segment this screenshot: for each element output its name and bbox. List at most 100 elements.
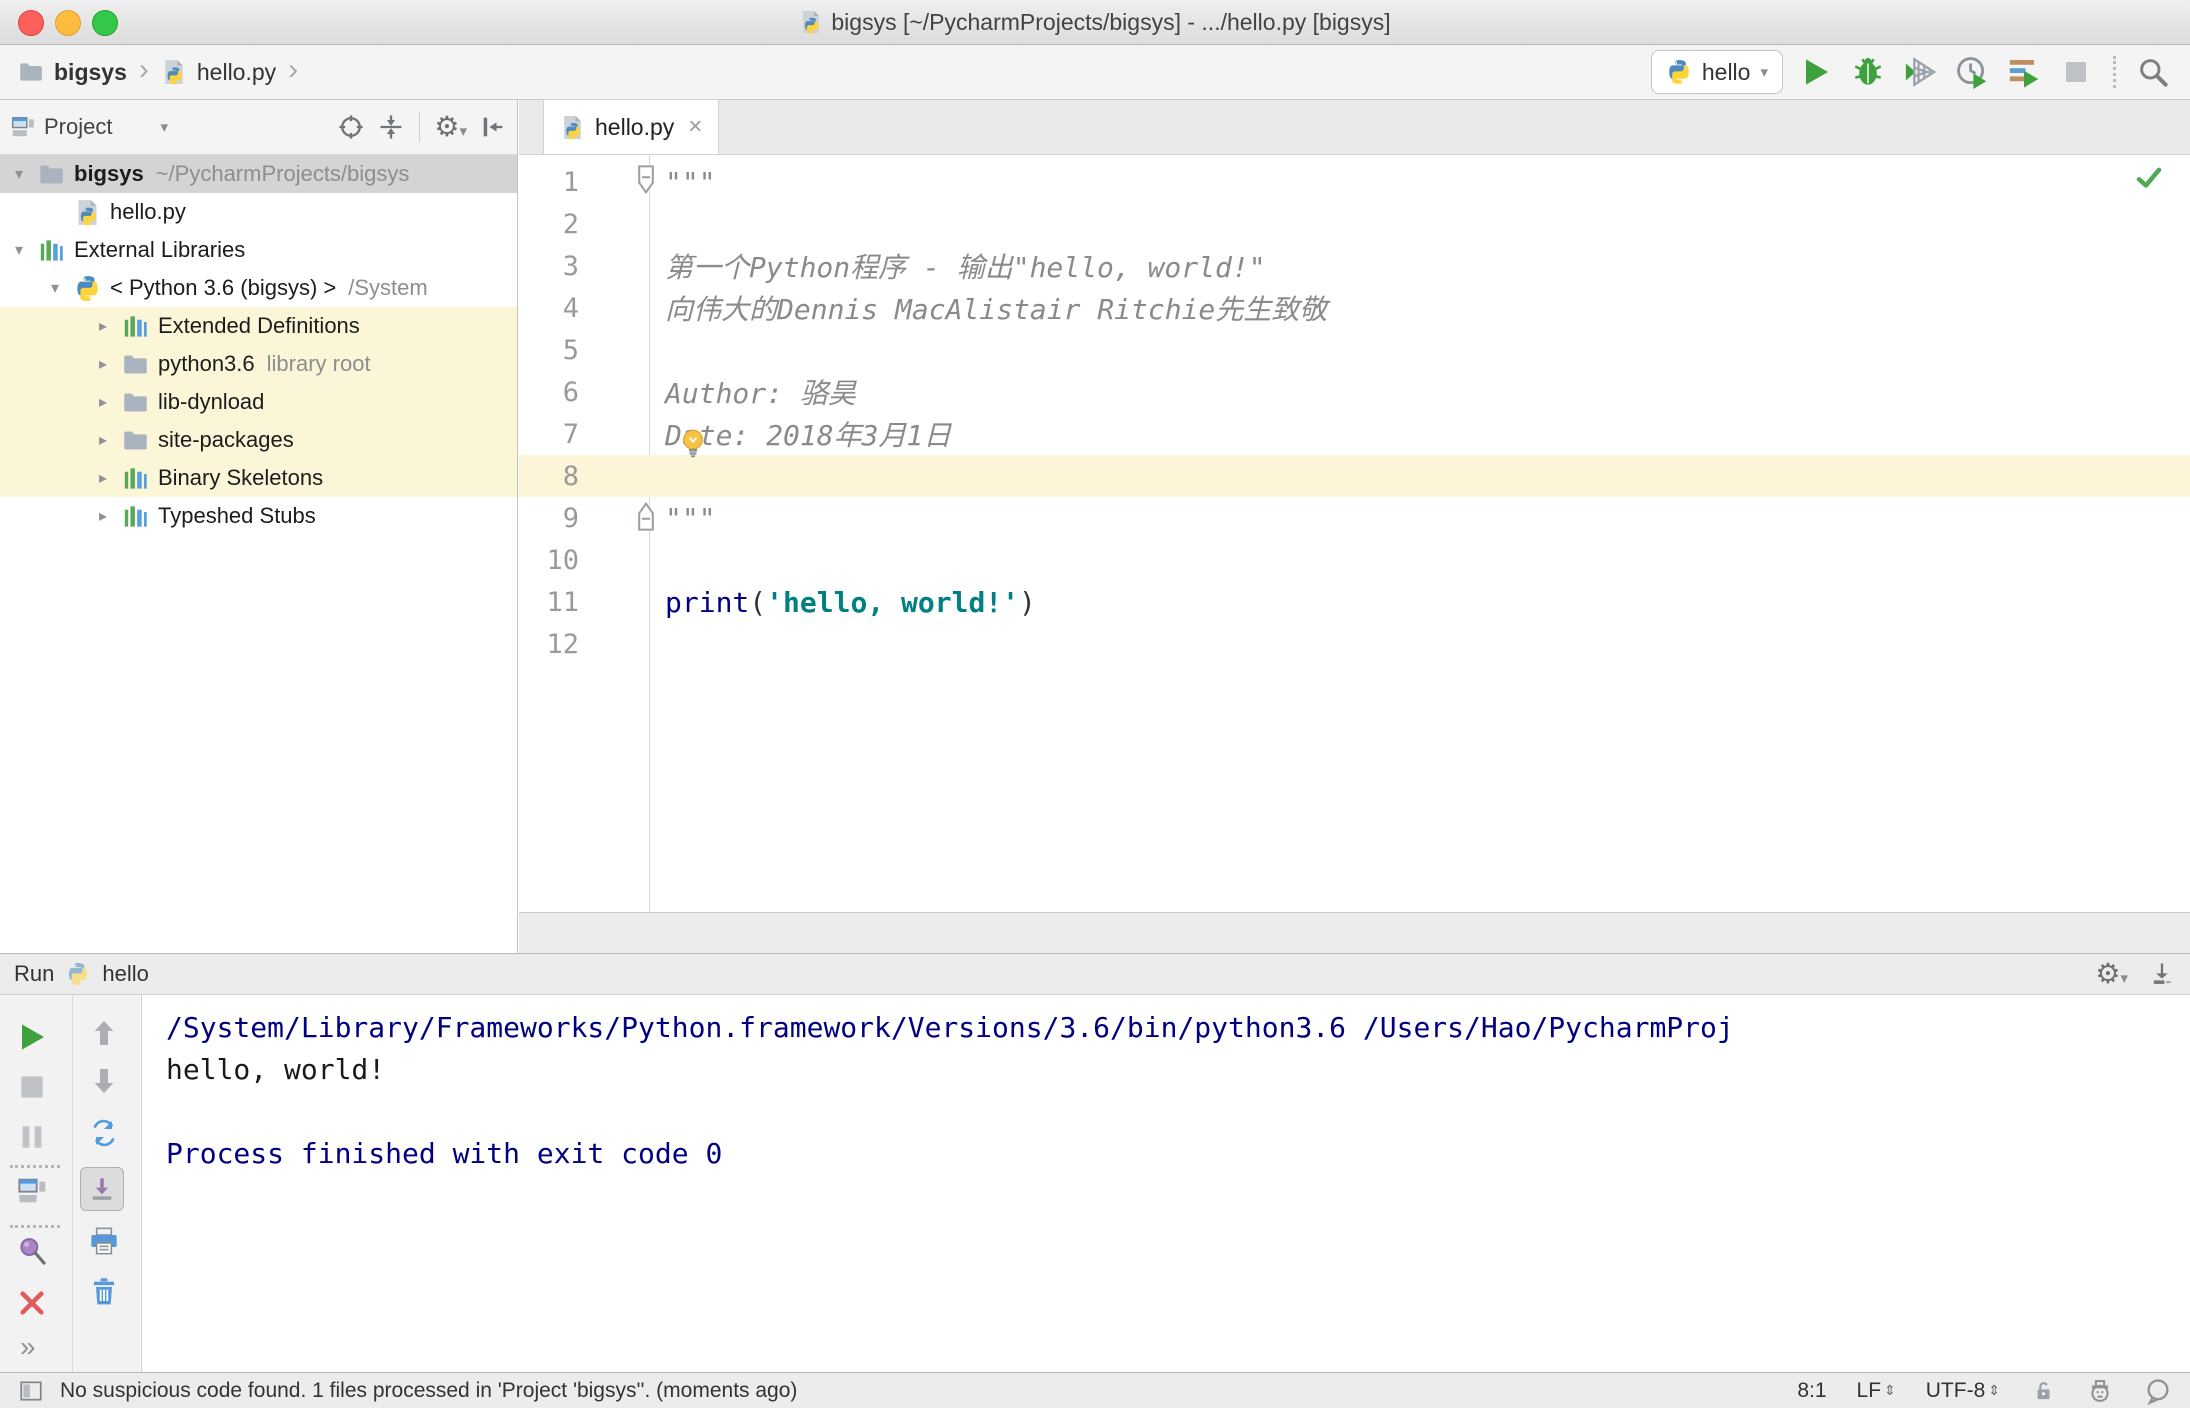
folder-icon bbox=[122, 389, 149, 416]
console-line: /System/Library/Frameworks/Python.framew… bbox=[166, 1011, 1734, 1044]
stop-icon[interactable] bbox=[16, 1071, 48, 1103]
tree-item-site-packages[interactable]: ▸ site-packages bbox=[0, 421, 517, 459]
string-literal: 'hello, world!' bbox=[766, 585, 1020, 619]
hector-inspector-icon[interactable] bbox=[2086, 1377, 2114, 1405]
rerun-icon[interactable] bbox=[16, 1021, 48, 1053]
run-config-tab-label[interactable]: hello bbox=[102, 961, 148, 987]
toolbar-divider bbox=[72, 995, 73, 1372]
editor-bottom-strip bbox=[519, 912, 2190, 954]
search-everywhere-button[interactable] bbox=[2134, 53, 2172, 91]
intention-lightbulb-icon[interactable] bbox=[677, 427, 709, 459]
event-log-bubble-icon[interactable] bbox=[2144, 1377, 2172, 1405]
updown-icon: ⇕ bbox=[1988, 1382, 2000, 1398]
breadcrumb-separator-icon: › bbox=[138, 53, 149, 86]
code-editor[interactable]: 1 """ 2 3 第一个Python程序 - 输出"hello, world!" … bbox=[519, 155, 2190, 912]
zoom-window-button[interactable] bbox=[92, 10, 118, 36]
editor-tab-bar: hello.py × bbox=[519, 99, 2190, 155]
status-bar: No suspicious code found. 1 files proces… bbox=[0, 1372, 2190, 1408]
close-panel-icon[interactable] bbox=[16, 1287, 48, 1319]
project-view-icon bbox=[10, 114, 36, 140]
run-panel: Run hello ⚙▾ » /System/Library/Framework… bbox=[0, 953, 2190, 1372]
run-with-coverage-button[interactable] bbox=[1901, 53, 1939, 91]
run-configuration-select[interactable]: hello ▾ bbox=[1650, 50, 1783, 94]
fold-region-start-icon[interactable] bbox=[635, 165, 657, 195]
pause-output-icon[interactable] bbox=[16, 1121, 48, 1153]
stop-icon bbox=[2061, 57, 2091, 87]
fold-region-end-icon[interactable] bbox=[635, 501, 657, 531]
tree-item-binary-skeletons[interactable]: ▸ Binary Skeletons bbox=[0, 459, 517, 497]
code-line: 10 bbox=[546, 544, 579, 576]
line-separator-widget[interactable]: LF ⇕ bbox=[1857, 1379, 1896, 1403]
tree-item-external-libraries[interactable]: ▾ External Libraries bbox=[0, 231, 517, 269]
library-icon bbox=[122, 313, 149, 340]
python-icon bbox=[74, 275, 101, 302]
collapse-all-icon[interactable] bbox=[377, 113, 405, 141]
close-tab-icon[interactable]: × bbox=[688, 113, 702, 141]
tree-item-hello-py[interactable]: hello.py bbox=[0, 193, 517, 231]
caret-position-widget[interactable]: 8:1 bbox=[1797, 1379, 1826, 1403]
profile-button[interactable] bbox=[1953, 53, 1991, 91]
chevron-right-icon[interactable]: ▸ bbox=[84, 316, 122, 336]
pin-tab-icon[interactable] bbox=[16, 1235, 48, 1267]
chevron-right-icon[interactable]: ▸ bbox=[84, 468, 122, 488]
chevron-down-icon[interactable]: ▾ bbox=[160, 118, 168, 136]
minimize-window-button[interactable] bbox=[55, 10, 81, 36]
folder-icon bbox=[38, 161, 65, 188]
tree-item-python3-6[interactable]: ▸ python3.6 library root bbox=[0, 345, 517, 383]
inspections-ok-icon[interactable] bbox=[2134, 163, 2164, 193]
encoding-widget[interactable]: UTF-8 ⇕ bbox=[1926, 1379, 2000, 1403]
chevron-right-icon[interactable]: ▸ bbox=[84, 354, 122, 374]
concurrency-diagram-button[interactable] bbox=[2005, 53, 2043, 91]
tree-item-bigsys[interactable]: ▾ bigsys ~/PycharmProjects/bigsys bbox=[0, 155, 517, 193]
breadcrumb-file[interactable]: hello.py bbox=[197, 59, 276, 86]
restore-layout-icon[interactable] bbox=[16, 1175, 48, 1207]
toolwindow-toggle-icon[interactable] bbox=[18, 1378, 44, 1404]
settings-button[interactable]: ⚙▾ bbox=[434, 110, 467, 142]
concurrency-icon bbox=[2007, 55, 2041, 89]
clear-all-icon[interactable] bbox=[88, 1275, 120, 1307]
debug-button[interactable] bbox=[1849, 53, 1887, 91]
tree-item-lib-dynload[interactable]: ▸ lib-dynload bbox=[0, 383, 517, 421]
chevron-right-icon[interactable]: ▸ bbox=[84, 506, 122, 526]
code-line-current[interactable]: 8 bbox=[519, 455, 2190, 497]
run-settings-button[interactable]: ⚙▾ bbox=[2095, 959, 2128, 989]
print-icon[interactable] bbox=[88, 1225, 120, 1257]
project-panel-header: Project ▾ ⚙▾ bbox=[0, 100, 517, 155]
project-panel-title[interactable]: Project bbox=[44, 114, 112, 140]
chevron-down-icon[interactable]: ▾ bbox=[0, 240, 38, 260]
run-button[interactable] bbox=[1797, 53, 1835, 91]
tab-hello-py[interactable]: hello.py × bbox=[543, 99, 720, 154]
down-stack-trace-icon[interactable] bbox=[88, 1065, 120, 1097]
chevron-down-icon[interactable]: ▾ bbox=[0, 164, 38, 184]
soft-wrap-icon[interactable] bbox=[88, 1117, 120, 1149]
up-stack-trace-icon[interactable] bbox=[88, 1017, 120, 1049]
gear-icon: ⚙ bbox=[434, 110, 460, 142]
run-console[interactable]: /System/Library/Frameworks/Python.framew… bbox=[141, 995, 2190, 1372]
hide-panel-icon[interactable] bbox=[479, 113, 507, 141]
stop-button[interactable] bbox=[2057, 53, 2095, 91]
tree-item-extended-definitions[interactable]: ▸ Extended Definitions bbox=[0, 307, 517, 345]
chevron-right-icon[interactable]: ▸ bbox=[84, 392, 122, 412]
more-options-icon[interactable]: » bbox=[20, 1331, 36, 1363]
close-window-button[interactable] bbox=[18, 10, 44, 36]
python-file-icon bbox=[161, 59, 187, 85]
toolbar-separator bbox=[2113, 56, 2116, 88]
project-panel: Project ▾ ⚙▾ ▾ bigsys ~/PycharmProjects/… bbox=[0, 100, 518, 953]
coverage-icon bbox=[1903, 55, 1937, 89]
hide-panel-icon[interactable] bbox=[2148, 960, 2176, 988]
code-line: 6 Author: 骆昊 bbox=[562, 376, 856, 411]
tree-item-typeshed-stubs[interactable]: ▸ Typeshed Stubs bbox=[0, 497, 517, 535]
run-panel-title[interactable]: Run bbox=[14, 961, 54, 987]
tree-item-python-interpreter[interactable]: ▾ < Python 3.6 (bigsys) > /System bbox=[0, 269, 517, 307]
code-line: 5 bbox=[562, 334, 579, 366]
breadcrumb-project[interactable]: bigsys bbox=[54, 59, 127, 86]
profiler-clock-icon bbox=[1955, 55, 1989, 89]
scroll-to-end-button[interactable] bbox=[80, 1167, 124, 1211]
folder-icon bbox=[122, 427, 149, 454]
lock-icon[interactable] bbox=[2030, 1378, 2056, 1404]
chevron-down-icon[interactable]: ▾ bbox=[36, 278, 74, 298]
chevron-right-icon[interactable]: ▸ bbox=[84, 430, 122, 450]
run-panel-body: » /System/Library/Frameworks/Python.fram… bbox=[0, 995, 2190, 1372]
locate-file-icon[interactable] bbox=[337, 113, 365, 141]
